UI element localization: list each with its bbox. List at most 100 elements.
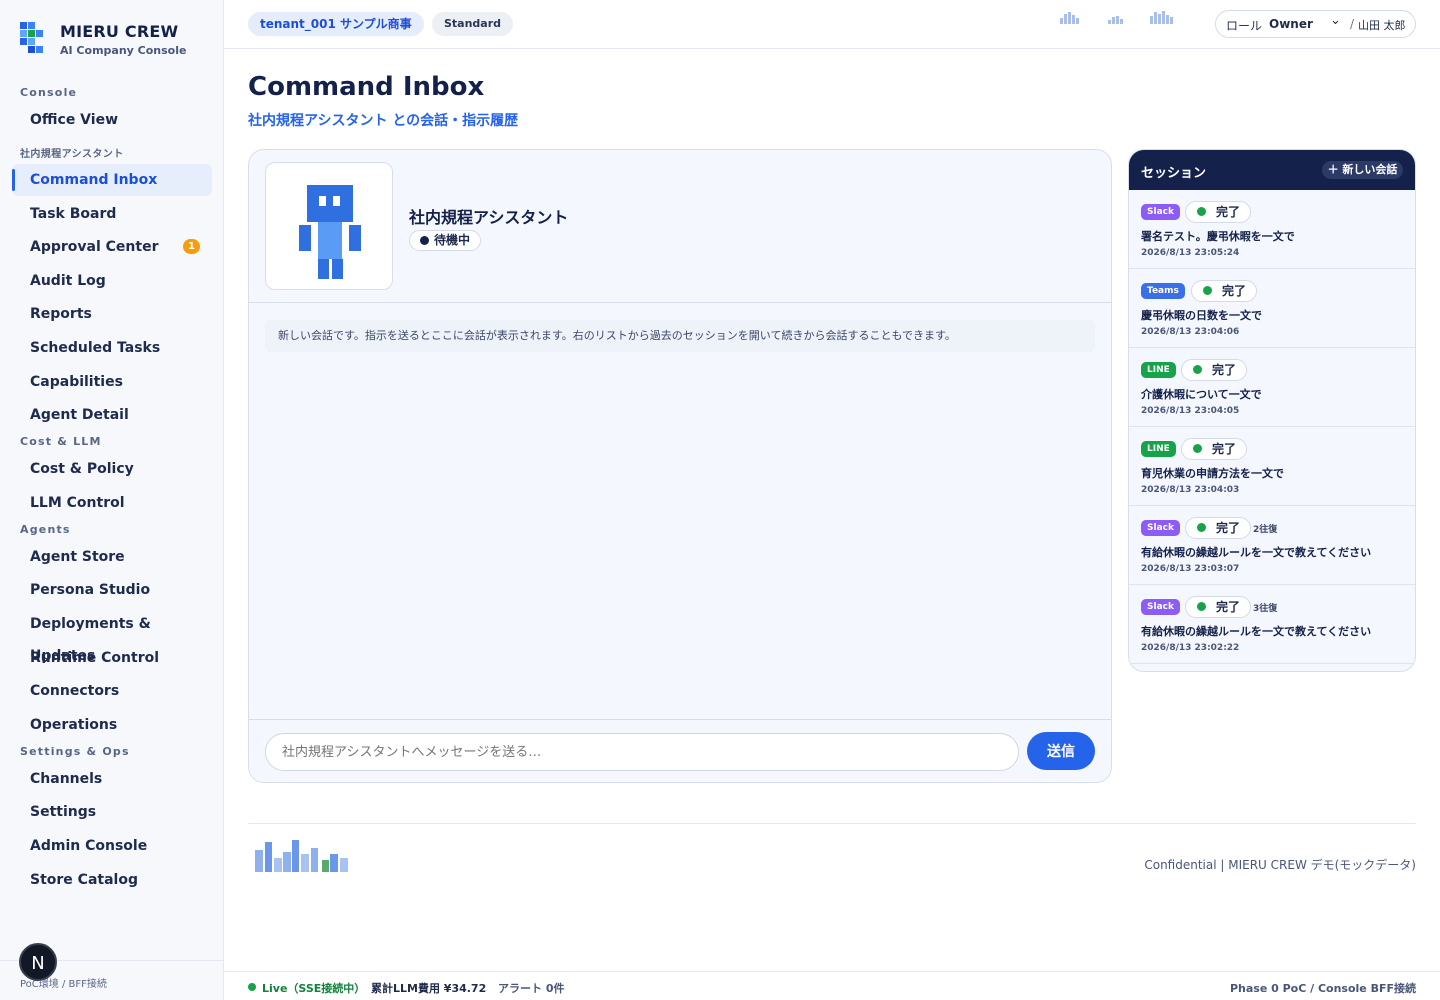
agent-avatar-icon xyxy=(265,162,393,290)
agent-name: 社内規程アシスタント xyxy=(409,208,569,227)
channel-badge: Slack xyxy=(1141,520,1180,536)
sidebar-item-capabilities[interactable]: Capabilities xyxy=(12,366,212,398)
page-title: Command Inbox xyxy=(248,72,485,102)
session-timestamp: 2026/8/13 23:03:07 xyxy=(1141,564,1240,574)
status-bar: Live（SSE接続中） 累計LLM費用 ¥34.72 アラート 0件 Phas… xyxy=(224,971,1440,1000)
message-composer: 送信 xyxy=(249,719,1111,782)
role-label: ロール xyxy=(1226,19,1263,33)
brand-subtitle: AI Company Console xyxy=(60,44,187,57)
session-status-badge: 完了 xyxy=(1185,596,1252,618)
session-item[interactable]: Teams 完了慶弔休暇の日数を一文で 2026/8/13 23:04:06 xyxy=(1129,269,1415,348)
sidebar-item-reports[interactable]: Reports xyxy=(12,298,212,330)
nav-section-settings: Settings & Ops xyxy=(20,744,130,758)
session-timestamp: 2026/8/13 23:04:05 xyxy=(1141,406,1240,416)
sidebar-item-deployments[interactable]: Deployments & Updates xyxy=(12,608,212,664)
user-avatar[interactable]: N xyxy=(19,943,57,981)
session-status-badge: 完了 xyxy=(1185,517,1252,539)
turn-count: 2往復 xyxy=(1253,525,1278,535)
turn-count: 3往復 xyxy=(1253,604,1278,614)
sidebar-item-store-catalog[interactable]: Store Catalog xyxy=(12,864,212,896)
skyline-logo-icon xyxy=(255,838,351,872)
session-item[interactable]: Slack 完了 2往復有給休暇の繰越ルールを一文で教えてください 2026/8/13… xyxy=(1129,506,1415,585)
session-timestamp: 2026/8/13 23:02:22 xyxy=(1141,643,1240,653)
sidebar-item-runtime-control[interactable]: Runtime Control xyxy=(12,642,212,674)
sidebar-item-admin-console[interactable]: Admin Console xyxy=(12,830,212,862)
session-title: 育児休業の申請方法を一文で xyxy=(1141,467,1284,480)
sidebar-item-agent-detail[interactable]: Agent Detail xyxy=(12,399,212,431)
skyline-icon xyxy=(1108,10,1126,24)
chat-panel: 社内規程アシスタント 待機中 新しい会話です。指示を送るとここに会話が表示されま… xyxy=(248,149,1112,783)
approval-count-badge: 1 xyxy=(183,239,200,255)
sidebar-item-agent-store[interactable]: Agent Store xyxy=(12,541,212,573)
sidebar-item-persona-studio[interactable]: Persona Studio xyxy=(12,574,212,606)
sessions-panel: セッション ＋ 新しい会話 Slack 完了 署名テスト。慶弔休暇を一文で 2026/… xyxy=(1128,149,1416,672)
sidebar-item-command-inbox[interactable]: Command Inbox xyxy=(12,164,212,196)
llm-cost-total: 累計LLM費用 ¥34.72 xyxy=(371,982,487,995)
plan-badge: Standard xyxy=(432,12,514,36)
channel-badge: Teams xyxy=(1141,283,1185,299)
role-value[interactable]: Owner xyxy=(1269,17,1313,31)
footer-divider xyxy=(248,823,1416,824)
sidebar-item-audit-log[interactable]: Audit Log xyxy=(12,265,212,297)
phase-info: Phase 0 PoC / Console BFF接続 xyxy=(1229,982,1416,995)
nav-section-console: Console xyxy=(20,86,78,99)
session-item[interactable]: Slack 完了 3往復 有給休暇の繰越ルールを一文で教えてください 2026/8/13… xyxy=(1129,585,1415,664)
role-selector[interactable]: ロール Owner ⌄ / 山田 太郎 xyxy=(1215,10,1416,38)
chevron-down-icon[interactable]: ⌄ xyxy=(1330,13,1341,28)
session-status-badge: 完了 xyxy=(1181,359,1248,381)
sidebar: MIERU CREW AI Company Console Console Of… xyxy=(0,0,224,1000)
sidebar-nav: Console Office View 社内規程アシスタント Command I… xyxy=(12,84,212,897)
nav-section-agents: Agents xyxy=(20,522,71,536)
nav-section-agent: 社内規程アシスタント xyxy=(20,149,124,160)
agent-status-badge: 待機中 xyxy=(409,230,482,251)
channel-badge: LINE xyxy=(1141,441,1176,457)
session-status-badge: 完了 xyxy=(1191,280,1258,302)
page-subtitle: 社内規程アシスタント との会話・指示履歴 xyxy=(248,113,519,129)
sessions-list: Slack 完了 署名テスト。慶弔休暇を一文で 2026/8/13 23:05:24 T… xyxy=(1129,190,1415,664)
session-title: 有給休暇の繰越ルールを一文で教えてください xyxy=(1141,546,1372,559)
sidebar-item-task-board[interactable]: Task Board xyxy=(12,198,212,230)
brand-title: MIERU CREW xyxy=(60,22,179,41)
sidebar-item-approval-center[interactable]: Approval Center 1 xyxy=(12,231,212,263)
session-timestamp: 2026/8/13 23:05:24 xyxy=(1141,248,1240,258)
agent-header: 社内規程アシスタント 待機中 xyxy=(249,150,1111,303)
confidential-notice: Confidential | MIERU CREW デモ(モックデータ) xyxy=(1144,858,1416,872)
sidebar-item-scheduled-tasks[interactable]: Scheduled Tasks xyxy=(12,332,212,364)
sidebar-item-cost-policy[interactable]: Cost & Policy xyxy=(12,453,212,485)
brand[interactable]: MIERU CREW AI Company Console xyxy=(20,22,186,57)
alert-count[interactable]: アラート 0件 xyxy=(498,980,564,996)
skyline-icon xyxy=(1060,10,1082,24)
send-button[interactable]: 送信 xyxy=(1027,732,1095,770)
session-timestamp: 2026/8/13 23:04:06 xyxy=(1141,327,1240,337)
channel-badge: Slack xyxy=(1141,599,1180,615)
session-title: 介護休暇について一文で xyxy=(1141,388,1262,401)
user-name: 山田 太郎 xyxy=(1358,19,1406,32)
new-conversation-button[interactable]: ＋ 新しい会話 xyxy=(1322,161,1403,179)
role-separator: / xyxy=(1350,17,1355,31)
sidebar-item-llm-control[interactable]: LLM Control xyxy=(12,487,212,519)
brand-logo-icon xyxy=(20,22,44,53)
session-item[interactable]: LINE 完了 育児休業の申請方法を一文で 2026/8/13 23:04:03 xyxy=(1129,427,1415,506)
session-title: 署名テスト。慶弔休暇を一文で xyxy=(1141,230,1295,243)
sidebar-item-operations[interactable]: Operations xyxy=(12,709,212,741)
sessions-header: セッション ＋ 新しい会話 xyxy=(1129,150,1415,190)
sidebar-item-label: Approval Center xyxy=(30,239,159,256)
topbar: tenant_001 サンプル商事 Standard ロール Owner ⌄ /… xyxy=(224,0,1440,49)
skyline-icon xyxy=(1150,10,1176,24)
session-item[interactable]: Slack 完了署名テスト。慶弔休暇を一文で 2026/8/13 23:05:24 xyxy=(1129,190,1415,269)
session-status-badge: 完了 xyxy=(1185,201,1252,223)
empty-conversation-notice: 新しい会話です。指示を送るとここに会話が表示されます。右のリストから過去のセッシ… xyxy=(265,320,1095,352)
channel-badge: Slack xyxy=(1141,204,1180,220)
session-item[interactable]: LINE 完了介護休暇について一文で 2026/8/13 23:04:05 xyxy=(1129,348,1415,427)
message-input[interactable] xyxy=(265,733,1019,771)
sidebar-item-connectors[interactable]: Connectors xyxy=(12,675,212,707)
sidebar-item-office-view[interactable]: Office View xyxy=(12,104,212,136)
sidebar-item-settings[interactable]: Settings xyxy=(12,796,212,828)
sessions-title: セッション xyxy=(1141,166,1207,181)
tenant-pill[interactable]: tenant_001 サンプル商事 xyxy=(248,12,424,36)
session-status-badge: 完了 xyxy=(1181,438,1248,460)
nav-section-cost: Cost & LLM xyxy=(20,435,102,449)
sidebar-item-channels[interactable]: Channels xyxy=(12,763,212,795)
session-title: 慶弔休暇の日数を一文で xyxy=(1141,309,1262,322)
channel-badge: LINE xyxy=(1141,362,1176,378)
